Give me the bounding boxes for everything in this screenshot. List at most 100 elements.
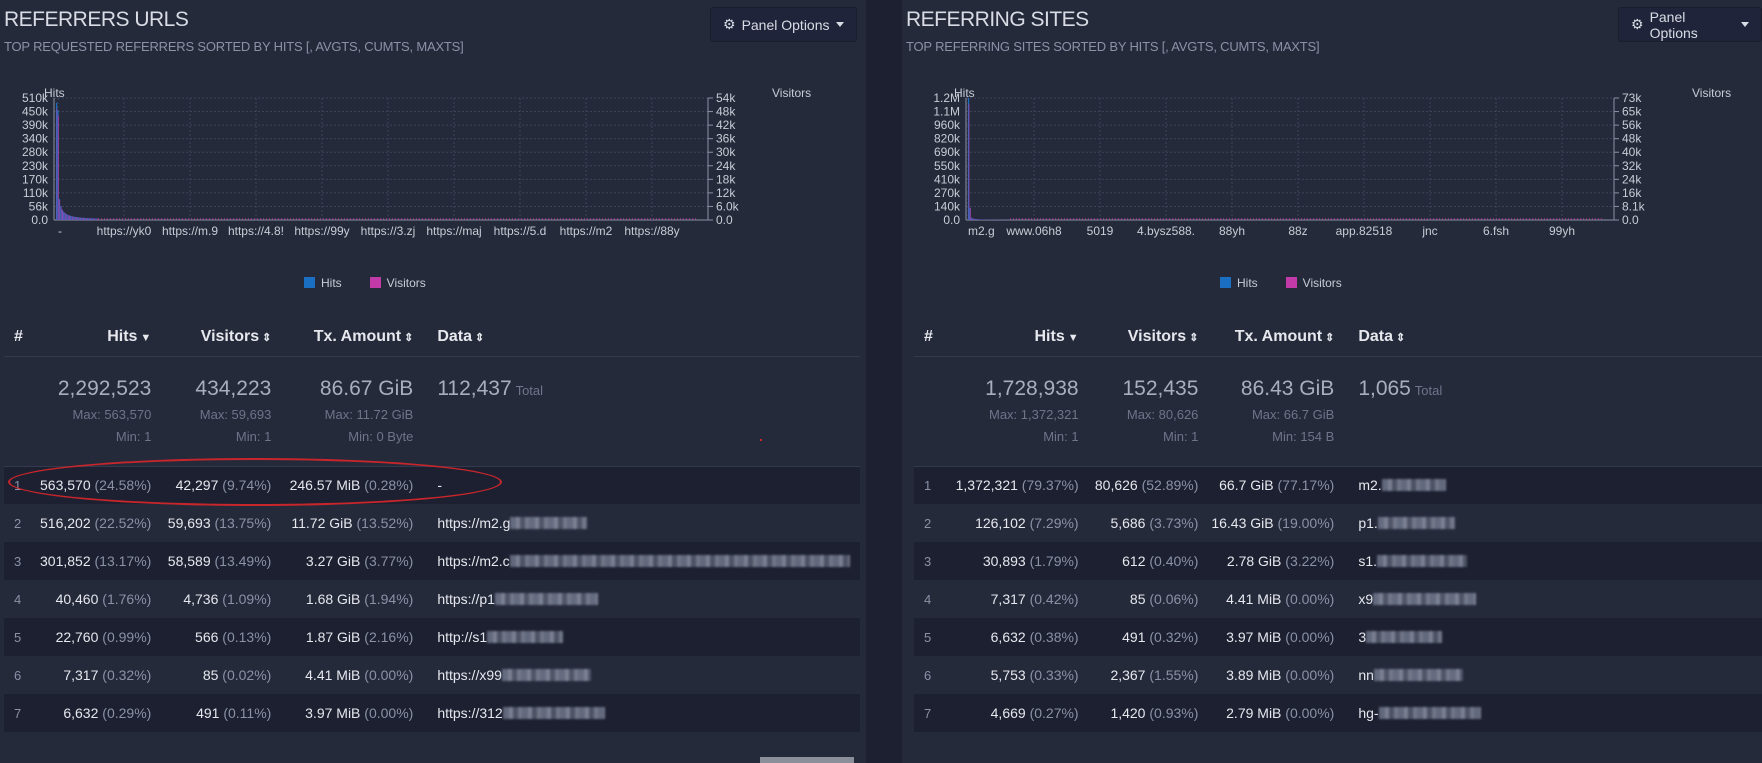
table-row[interactable]: 7 6,632 (0.29%) 491 (0.11%) 3.97 MiB (0.00%…: [4, 694, 860, 732]
panel-options-button[interactable]: ⚙ Panel Options: [710, 7, 857, 42]
tail-bar: [158, 218, 159, 220]
tail-bar: [1088, 218, 1089, 220]
row-data[interactable]: hg-: [1344, 694, 1762, 732]
tail-bar: [167, 218, 168, 220]
tail-bar: [1577, 218, 1578, 220]
row-data[interactable]: s1.: [1344, 542, 1762, 580]
row-data[interactable]: nn: [1344, 656, 1762, 694]
row-visitors: 80,626 (52.89%): [1088, 466, 1209, 504]
tail-bar: [545, 218, 546, 220]
y-right-tick: 8.1k: [1622, 199, 1646, 213]
row-tx-amount: 246.57 MiB (0.28%): [281, 466, 424, 504]
tail-bar: [1478, 218, 1479, 220]
table-row[interactable]: 6 5,753 (0.33%) 2,367 (1.55%) 3.89 MiB (0.0…: [914, 656, 1762, 694]
horizontal-scrollbar[interactable]: [760, 757, 854, 763]
min-hits: Min: 1: [1043, 428, 1079, 444]
table-row[interactable]: 1 1,372,321 (79.37%) 80,626 (52.89%) 66.7 G…: [914, 466, 1762, 504]
tail-bar: [485, 218, 486, 220]
tail-bar: [1538, 218, 1539, 220]
row-data[interactable]: p1.: [1344, 504, 1762, 542]
x-tick-label: https://4.8!: [228, 224, 284, 238]
row-data[interactable]: x9: [1344, 580, 1762, 618]
col-tx-amount[interactable]: Tx. Amount ⇕: [281, 318, 424, 357]
row-data[interactable]: -: [423, 466, 860, 504]
tail-bar: [1595, 218, 1596, 220]
tail-bar: [596, 218, 597, 220]
tail-bar: [1208, 218, 1209, 220]
tail-bar: [368, 218, 369, 220]
tail-bar: [1352, 218, 1353, 220]
table-row[interactable]: 3 301,852 (13.17%) 58,589 (13.49%) 3.27 GiB…: [4, 542, 860, 580]
row-hits: 7,317 (0.42%): [990, 591, 1079, 607]
tail-bar: [1505, 218, 1506, 220]
col-tx-amount[interactable]: Tx. Amount ⇕: [1208, 318, 1345, 357]
col-hits[interactable]: Hits ▼: [40, 318, 162, 357]
tail-bar: [1304, 218, 1305, 220]
table-row[interactable]: 2 126,102 (7.29%) 5,686 (3.73%) 16.43 GiB (…: [914, 504, 1762, 542]
visitors-bar: [978, 219, 980, 220]
tail-bar: [656, 218, 657, 220]
tail-bar: [1457, 218, 1458, 220]
row-data[interactable]: https://x99: [423, 656, 859, 694]
tail-bar: [599, 218, 600, 220]
table-row[interactable]: 3 30,893 (1.79%) 612 (0.40%) 2.78 GiB (3.22…: [914, 542, 1762, 580]
tail-bar: [1118, 218, 1119, 220]
x-tick-label: m2.g: [968, 224, 995, 238]
row-number: 2: [14, 515, 22, 531]
legend-item-visitors[interactable]: Visitors: [1285, 276, 1342, 290]
y-left-tick: 1.2M: [933, 91, 960, 105]
row-data[interactable]: http://s1: [423, 618, 860, 656]
row-data[interactable]: 3: [1344, 618, 1762, 656]
tail-bar: [1133, 218, 1134, 220]
col-visitors[interactable]: Visitors ⇕: [161, 318, 282, 357]
referrers-table: # Hits ▼ Visitors ⇕ Tx. Amount ⇕ Data ⇕ 2,29…: [4, 318, 860, 732]
panel-options-button[interactable]: ⚙ Panel Options: [1618, 7, 1762, 42]
table-row[interactable]: 5 22,760 (0.99%) 566 (0.13%) 1.87 GiB (2.16…: [4, 618, 860, 656]
legend-item-visitors[interactable]: Visitors: [369, 276, 426, 290]
tail-bar: [1592, 218, 1593, 220]
tail-bar: [650, 218, 651, 220]
col-hits[interactable]: Hits ▼: [955, 318, 1089, 357]
table-row[interactable]: 6 7,317 (0.32%) 85 (0.02%) 4.41 MiB (0.00%)…: [4, 656, 860, 694]
row-data[interactable]: https://m2.g: [423, 504, 859, 542]
legend-item-hits[interactable]: Hits: [304, 276, 342, 290]
tail-bar: [1439, 218, 1440, 220]
row-data[interactable]: https://p1: [423, 580, 859, 618]
table-row[interactable]: 2 516,202 (22.52%) 59,693 (13.75%) 11.72 Gi…: [4, 504, 860, 542]
row-data[interactable]: m2.: [1344, 466, 1762, 504]
tail-bar: [116, 218, 117, 220]
table-row[interactable]: 4 40,460 (1.76%) 4,736 (1.09%) 1.68 GiB (1.…: [4, 580, 860, 618]
tail-bar: [1421, 218, 1422, 220]
visitors-bar: [83, 217, 84, 220]
table-row[interactable]: 1 563,570 (24.58%) 42,297 (9.74%) 246.57 Mi…: [4, 466, 860, 504]
x-tick-label: app.82518: [1336, 224, 1393, 238]
tail-bar: [1589, 218, 1590, 220]
sort-icon: ⇕: [1396, 331, 1406, 344]
tail-bar: [449, 218, 450, 220]
table-row[interactable]: 7 4,669 (0.27%) 1,420 (0.93%) 2.79 MiB (0.0…: [914, 694, 1762, 732]
tail-bar: [533, 218, 534, 220]
row-data[interactable]: https://m2.c: [423, 542, 860, 580]
tail-bar: [1202, 218, 1203, 220]
tail-bar: [647, 218, 648, 220]
tail-bar: [467, 218, 468, 220]
tail-bar: [1466, 218, 1467, 220]
tail-bar: [455, 218, 456, 220]
row-data[interactable]: https://312: [423, 694, 860, 732]
legend-item-hits[interactable]: Hits: [1220, 276, 1258, 290]
tail-bar: [140, 218, 141, 220]
col-visitors[interactable]: Visitors ⇕: [1088, 318, 1209, 357]
tail-bar: [1514, 218, 1515, 220]
table-row[interactable]: 4 7,317 (0.42%) 85 (0.06%) 4.41 MiB (0.00%)…: [914, 580, 1762, 618]
tail-bar: [308, 218, 309, 220]
row-tx-amount: 4.41 MiB (0.00%): [305, 667, 414, 683]
col-data[interactable]: Data ⇕: [423, 318, 860, 357]
tail-bar: [638, 218, 639, 220]
table-row[interactable]: 5 6,632 (0.38%) 491 (0.32%) 3.97 MiB (0.00%…: [914, 618, 1762, 656]
row-number: 7: [4, 694, 40, 732]
tail-bar: [527, 218, 528, 220]
tail-bar: [1313, 218, 1314, 220]
tail-bar: [335, 218, 336, 220]
col-data[interactable]: Data ⇕: [1344, 318, 1762, 357]
y-left-tick: 510k: [22, 91, 49, 105]
